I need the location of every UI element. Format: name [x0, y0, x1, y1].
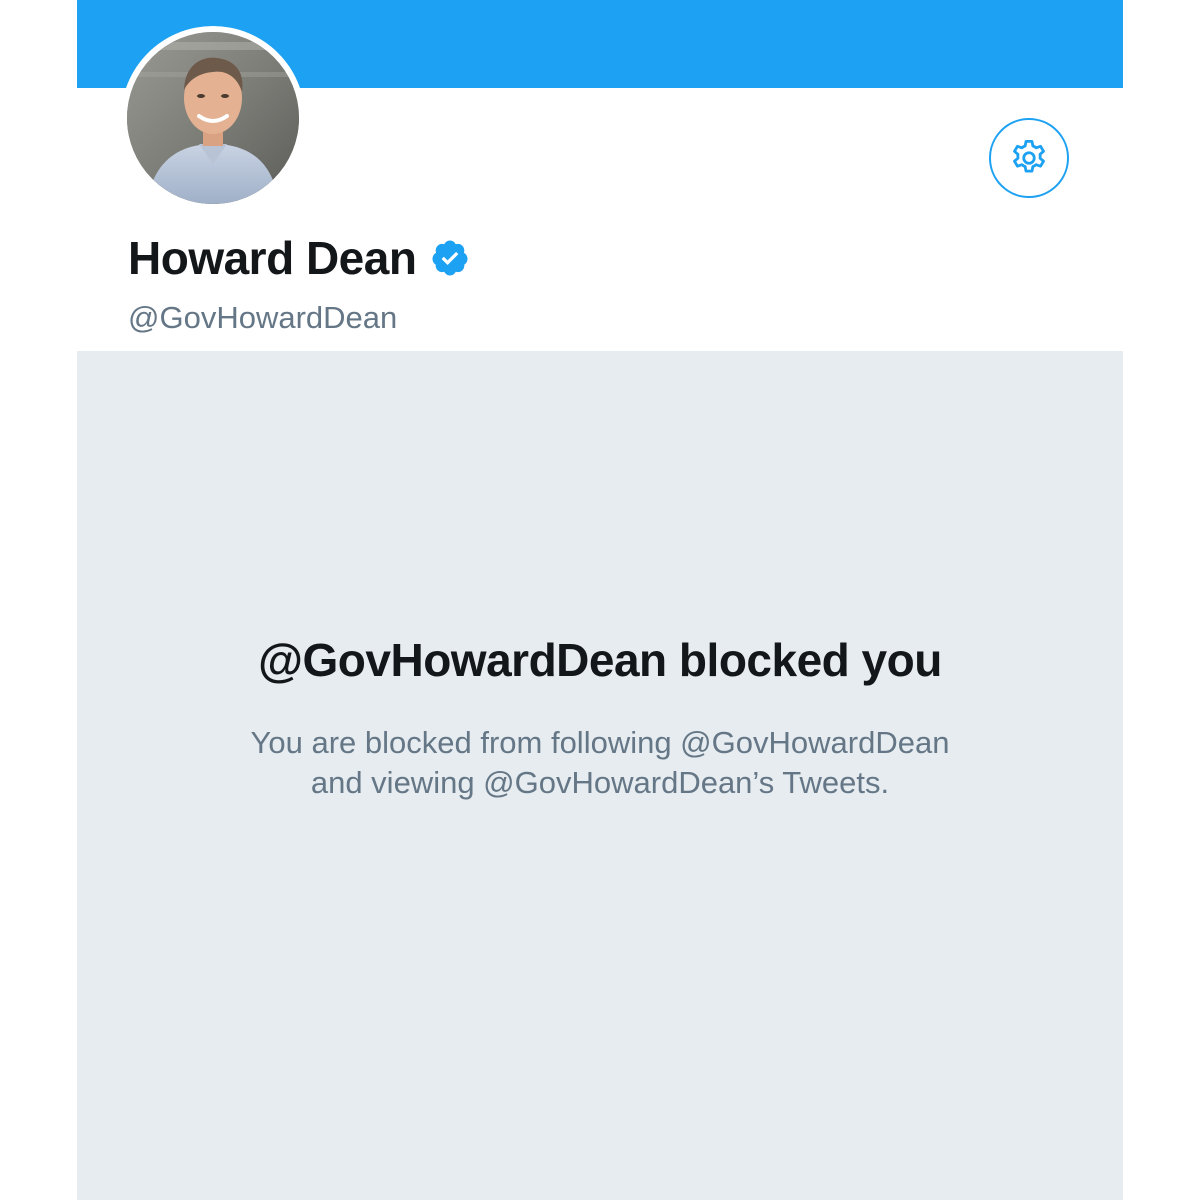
verified-badge-icon — [430, 238, 470, 278]
gear-icon — [1013, 139, 1045, 173]
blocked-description-line-1: You are blocked from following @GovHowar… — [250, 725, 950, 760]
avatar-photo — [127, 32, 299, 204]
profile-page: Howard Dean @GovHowardDean @GovHowardDea… — [77, 0, 1123, 1200]
blocked-description: You are blocked from following @GovHowar… — [150, 723, 1050, 803]
avatar[interactable] — [121, 26, 305, 210]
profile-handle: @GovHowardDean — [128, 300, 398, 335]
blocked-description-line-2: and viewing @GovHowardDean’s Tweets. — [310, 765, 890, 800]
settings-button[interactable] — [989, 118, 1069, 198]
avatar-image — [127, 32, 299, 204]
profile-name-row: Howard Dean — [128, 226, 470, 290]
display-name: Howard Dean — [128, 232, 417, 284]
blocked-title: @GovHowardDean blocked you — [258, 634, 942, 686]
